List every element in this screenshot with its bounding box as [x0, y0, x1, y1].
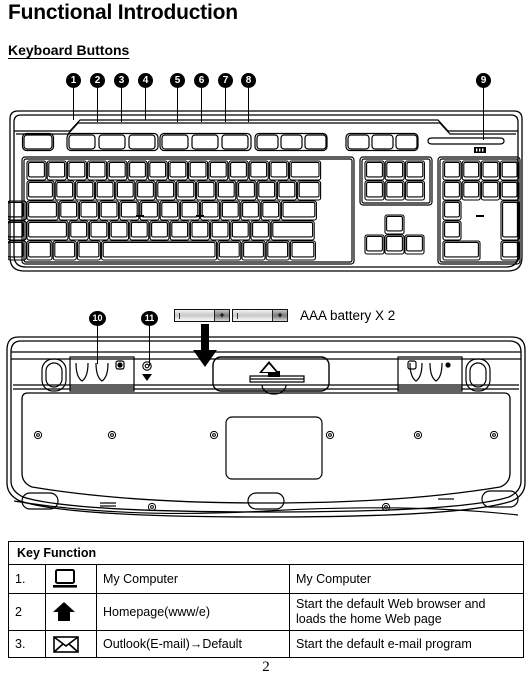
- row-number: 1.: [8, 564, 46, 594]
- key-function-table: Key Function 1. My Computer My Computer …: [8, 541, 524, 658]
- table-row: 2 Homepage(www/e) Start the default Web …: [8, 593, 524, 631]
- battery-positive-terminal-2: +: [272, 310, 287, 321]
- home-arrow-icon-cell: [45, 593, 97, 631]
- key-description: My Computer: [289, 564, 524, 594]
- battery-positive-terminal-1: +: [214, 310, 229, 321]
- key-description: Start the default e-mail program: [289, 630, 524, 658]
- callout-badge-2: 2: [90, 73, 105, 88]
- callout-leader-1: [73, 88, 74, 120]
- callout-leader-10: [97, 326, 98, 364]
- page-title: Functional Introduction: [8, 1, 238, 24]
- table-row: 3. Outlook(E-mail)→Default Start the def…: [8, 630, 524, 658]
- battery-illustration-group: + + AAA battery X 2: [174, 309, 395, 322]
- callout-badge-10: 10: [89, 311, 106, 326]
- page-number: 2: [262, 659, 270, 675]
- insert-direction-arrow-icon: [193, 324, 217, 367]
- callout-badge-3: 3: [114, 73, 129, 88]
- row-number: 2: [8, 593, 46, 631]
- section-heading-keyboard-buttons: Keyboard Buttons: [8, 42, 130, 58]
- callout-leader-2: [97, 88, 98, 122]
- keyboard-top-view-illustration: [8, 110, 523, 272]
- callout-badge-7: 7: [218, 73, 233, 88]
- envelope-icon: [53, 636, 79, 653]
- monitor-icon-cell: [45, 564, 97, 594]
- callout-leader-7: [225, 88, 226, 122]
- aaa-battery-1: +: [174, 309, 230, 322]
- callout-badge-8: 8: [241, 73, 256, 88]
- keyboard-bottom-view-illustration: [6, 336, 526, 518]
- row-number: 3.: [8, 630, 46, 658]
- callout-leader-11: [149, 326, 150, 366]
- monitor-icon: [53, 569, 77, 588]
- callout-badge-11: 11: [141, 311, 158, 326]
- callout-leader-6: [201, 88, 202, 122]
- table-row: 1. My Computer My Computer: [8, 564, 524, 594]
- envelope-icon-cell: [45, 630, 97, 658]
- home-arrow-icon: [53, 602, 75, 621]
- table-header-title: Key Function: [8, 541, 524, 565]
- callout-leader-4: [145, 88, 146, 120]
- key-name: Outlook(E-mail)→Default: [96, 630, 290, 658]
- callout-leader-8: [248, 88, 249, 122]
- callout-leader-5: [177, 88, 178, 122]
- callout-badge-6: 6: [194, 73, 209, 88]
- callout-badge-1: 1: [66, 73, 81, 88]
- callout-leader-9: [483, 88, 484, 140]
- aaa-battery-2: +: [232, 309, 288, 322]
- key-description: Start the default Web browser and loads …: [289, 593, 524, 631]
- callout-badge-9: 9: [476, 73, 491, 88]
- callout-badge-5: 5: [170, 73, 185, 88]
- battery-label: AAA battery X 2: [300, 308, 396, 323]
- key-name: Homepage(www/e): [96, 593, 290, 631]
- callout-leader-3: [121, 88, 122, 122]
- battery-negative-terminal: [179, 312, 180, 319]
- key-name: My Computer: [96, 564, 290, 594]
- callout-badge-4: 4: [138, 73, 153, 88]
- battery-negative-terminal: [237, 312, 238, 319]
- table-header-row: Key Function: [8, 541, 524, 565]
